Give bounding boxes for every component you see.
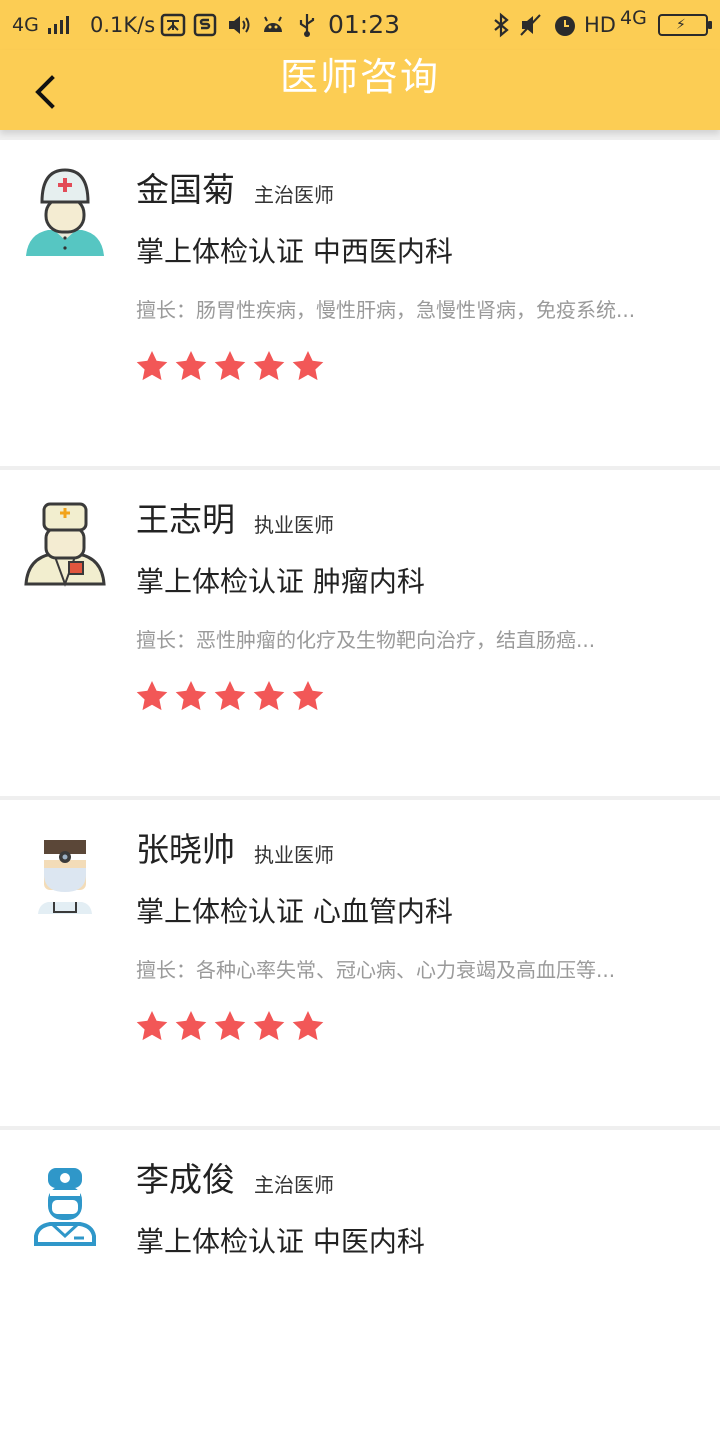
doctor-cap-icon [24, 502, 106, 587]
doctor-card[interactable]: 张晓帅 执业医师 掌上体检认证 心血管内科 擅长：各种心率失常、冠心病、心力衰竭… [0, 800, 720, 1126]
doctor-specialty: 擅长：肠胃性疾病，慢性肝病，急慢性肾病，免疫系统... [136, 298, 636, 322]
doctor-head-mirror-icon [38, 840, 92, 914]
charging-icon: ⚡ [676, 17, 686, 33]
star-icon [292, 1011, 324, 1041]
star-icon [175, 351, 207, 381]
doctor-nurse-cap-icon [26, 168, 104, 256]
doctor-card[interactable]: 王志明 执业医师 掌上体检认证 肿瘤内科 擅长：恶性肿瘤的化疗及生物靶向治疗，结… [0, 470, 720, 796]
usb-icon [299, 14, 315, 37]
star-icon [136, 1011, 168, 1041]
doctor-name: 张晓帅 [136, 830, 235, 869]
doctor-specialty: 擅长：恶性肿瘤的化疗及生物靶向治疗，结直肠癌... [136, 628, 596, 652]
bluetooth-icon [494, 12, 509, 38]
star-icon [175, 1011, 207, 1041]
volume-icon [229, 16, 250, 34]
doctor-surgeon-mask-icon [34, 1168, 96, 1246]
doctor-hospital: 掌上体检认证 中西医内科 [136, 235, 453, 268]
star-icon [292, 351, 324, 381]
mute-icon [520, 14, 541, 36]
doctor-title: 执业医师 [254, 843, 334, 867]
star-icon [253, 681, 285, 711]
s-app-icon [193, 13, 217, 37]
network-indicator: 4G [12, 14, 39, 36]
star-icon [214, 351, 246, 381]
star-icon [175, 681, 207, 711]
alarm-icon [555, 16, 575, 36]
network-indicator-right: 4G [620, 7, 647, 29]
rating-stars [136, 680, 331, 714]
doctor-card[interactable]: 李成俊 主治医师 掌上体检认证 中医内科 [0, 1130, 720, 1456]
star-icon [214, 681, 246, 711]
battery-icon: ⚡ [658, 14, 712, 36]
star-icon [253, 351, 285, 381]
star-icon [136, 681, 168, 711]
doctor-hospital: 掌上体检认证 肿瘤内科 [136, 565, 425, 598]
doctor-hospital: 掌上体检认证 心血管内科 [136, 895, 453, 928]
status-bar: 4G 0.1K/s 01:23 HD 4G ⚡ [0, 0, 720, 50]
network-speed: 0.1K/s [90, 13, 156, 37]
page-title: 医师咨询 [279, 55, 440, 99]
rating-stars [136, 1010, 331, 1044]
doctor-title: 执业医师 [254, 513, 334, 537]
doctor-title: 主治医师 [254, 183, 334, 207]
doctor-specialty: 擅长：各种心率失常、冠心病、心力衰竭及高血压等... [136, 958, 616, 982]
rating-stars [136, 350, 331, 384]
android-icon [264, 16, 282, 32]
doctor-name: 金国菊 [136, 170, 235, 209]
star-icon [214, 1011, 246, 1041]
translate-icon [160, 13, 186, 37]
hd-indicator: HD [584, 13, 616, 37]
star-icon [253, 1011, 285, 1041]
clock: 01:23 [328, 10, 401, 39]
doctor-name: 李成俊 [136, 1160, 235, 1199]
doctor-name: 王志明 [136, 500, 235, 539]
star-icon [136, 351, 168, 381]
signal-icon [48, 16, 69, 34]
app-header: 医师咨询 [0, 50, 720, 130]
doctor-card[interactable]: 金国菊 主治医师 掌上体检认证 中西医内科 擅长：肠胃性疾病，慢性肝病，急慢性肾… [0, 140, 720, 466]
star-icon [292, 681, 324, 711]
doctor-title: 主治医师 [254, 1173, 334, 1197]
doctor-hospital: 掌上体检认证 中医内科 [136, 1225, 425, 1258]
